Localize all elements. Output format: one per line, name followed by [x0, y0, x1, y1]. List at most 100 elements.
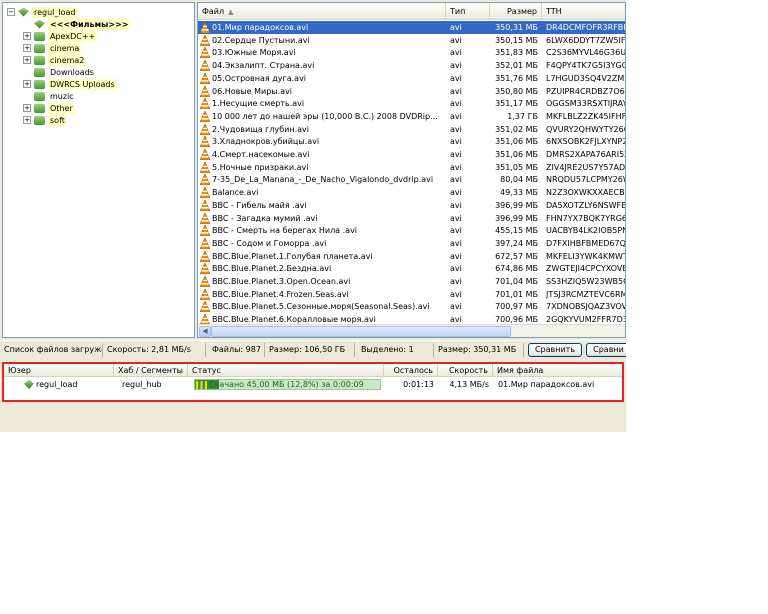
- file-row[interactable]: 03.Южные Моря.avi avi 351,83 МБ C2S36MYVL46…: [198, 46, 625, 59]
- file-type: avi: [450, 289, 462, 299]
- file-row[interactable]: 10 000 лет до нашей эры (10,000 B.C.) 20…: [198, 110, 625, 123]
- transfer-speed: 4,13 МБ/s: [449, 380, 489, 389]
- file-type: avi: [450, 137, 462, 147]
- file-row[interactable]: 3.Хладнокров.убийцы.avi avi 351,06 МБ 6NXSO…: [198, 135, 625, 148]
- collapse-icon[interactable]: −: [7, 8, 15, 16]
- file-size: 396,99 МБ: [495, 200, 538, 210]
- file-row[interactable]: BBC - Содом и Гоморра .avi avi 397,24 МБ D7…: [198, 237, 625, 250]
- video-file-icon: [199, 33, 211, 46]
- file-row[interactable]: BBC.Blue.Planet.2.Бездна.avi avi 674,86 МБ…: [198, 262, 625, 275]
- tree-node-label: <<<Фильмы>>>: [48, 18, 131, 30]
- file-type: avi: [450, 264, 462, 274]
- tree-node-label: cinema2: [48, 54, 87, 66]
- file-row[interactable]: Balance.avi avi 49,33 МБ N2Z3OXWKXXAECBDY: [198, 186, 625, 199]
- file-type: avi: [450, 251, 462, 261]
- column-tth[interactable]: TTH: [542, 3, 625, 19]
- share-tree[interactable]: − regul_load <<<Фильмы>>> + ApexDC++ + cinema +…: [2, 2, 195, 338]
- transfer-queue[interactable]: Юзер Хаб / Сегменты Статус Осталось Скор…: [2, 362, 624, 402]
- tree-node[interactable]: + cinema2: [23, 54, 87, 66]
- column-speed[interactable]: Скорость: [438, 364, 493, 376]
- file-type: avi: [450, 23, 462, 32]
- file-type: avi: [450, 86, 462, 96]
- transfer-row[interactable]: regul_load regul_hub Скачано 45,00 МБ (1…: [4, 378, 622, 391]
- column-file-name[interactable]: Имя файла: [493, 364, 622, 376]
- file-row[interactable]: 4.Смерт.насекомые.avi avi 351,06 МБ DMRS2XA…: [198, 148, 625, 161]
- compare-button-2[interactable]: Сравни: [586, 343, 626, 357]
- tree-node-label: ApexDC++: [48, 30, 98, 42]
- file-name: BBC.Blue.Planet.4.Frozen.Seas.avi: [212, 289, 349, 299]
- tree-node[interactable]: + Other: [23, 102, 75, 114]
- tree-node[interactable]: + soft: [23, 114, 67, 126]
- transfer-status: Скачано 45,00 МБ (12,8%) за 0:00:09: [209, 380, 364, 389]
- column-size[interactable]: Размер: [490, 3, 542, 19]
- expand-icon[interactable]: +: [23, 56, 31, 64]
- file-tth: ZWGTEJI4CPCYXOVBL: [546, 264, 626, 274]
- column-file[interactable]: Файл ▲: [198, 3, 446, 19]
- file-size: 351,05 МБ: [495, 162, 538, 172]
- compare-button[interactable]: Сравнить: [528, 343, 582, 357]
- file-name: 02.Сердце Пустыни.avi: [212, 35, 310, 45]
- file-name: BBC - Содом и Гоморра .avi: [212, 238, 327, 248]
- video-file-icon: [199, 237, 211, 250]
- file-name: BBC.Blue.Planet.2.Бездна.avi: [212, 264, 332, 274]
- file-type: avi: [450, 277, 462, 286]
- tree-node[interactable]: + ApexDC++: [23, 30, 98, 42]
- file-list[interactable]: Файл ▲ Тип Размер TTH 01.Мир парадоксов.a…: [197, 2, 626, 338]
- folder-icon: [34, 43, 45, 53]
- file-tth: C2S36MYVL46G36UDC: [546, 48, 626, 58]
- file-row[interactable]: 04.Экзалипт. Страна.avi avi 352,01 МБ F4QPY…: [198, 59, 625, 72]
- file-row[interactable]: BBC.Blue.Planet.4.Frozen.Seas.avi avi 701,…: [198, 287, 625, 301]
- file-row[interactable]: 01.Мир парадоксов.avi avi 350,31 МБ DR4DCMF…: [198, 21, 625, 34]
- file-row[interactable]: BBC.Blue.Planet.5.Сезонные.моря(Seasonal…: [198, 300, 625, 313]
- user-icon: [34, 19, 45, 29]
- file-tth: MKFLBLZ2ZK45IFHFW: [546, 111, 626, 121]
- expand-icon[interactable]: +: [23, 116, 31, 124]
- tree-node[interactable]: Downloads: [23, 66, 96, 78]
- file-name: 05.Островная дуга.avi: [212, 73, 307, 83]
- file-row[interactable]: 05.Островная дуга.avi avi 351,76 МБ L7HGUD3…: [198, 72, 625, 85]
- tree-node[interactable]: <<<Фильмы>>>: [23, 18, 131, 30]
- horizontal-scrollbar[interactable]: ◀: [198, 324, 625, 337]
- expand-icon[interactable]: +: [23, 44, 31, 52]
- column-user[interactable]: Юзер: [4, 364, 114, 376]
- scroll-thumb[interactable]: [211, 326, 511, 337]
- file-tth: 7XDNOBSJQAZ3VOVM: [546, 302, 626, 312]
- column-type[interactable]: Тип: [446, 3, 490, 19]
- tree-node[interactable]: muzic: [23, 90, 76, 102]
- tree-node[interactable]: + DWRCS Uploads: [23, 78, 117, 90]
- file-row[interactable]: BBC - Загадка мумий .avi avi 396,99 МБ FHN7…: [198, 211, 625, 225]
- column-hub[interactable]: Хаб / Сегменты: [114, 364, 188, 376]
- file-size: 351,02 МБ: [495, 124, 538, 134]
- file-row[interactable]: 2.Чудовища глубин.avi avi 351,02 МБ QVURY2Q…: [198, 122, 625, 136]
- file-row[interactable]: BBC.Blue.Planet.1.Голубая планета.avi avi…: [198, 249, 625, 263]
- file-size: 351,06 МБ: [495, 137, 538, 147]
- scroll-left-icon[interactable]: ◀: [199, 326, 211, 337]
- file-row[interactable]: 02.Сердце Пустыни.avi avi 350,15 МБ 6LWX6DD…: [198, 33, 625, 47]
- expand-icon[interactable]: +: [23, 32, 31, 40]
- file-row[interactable]: 1.Несущие смерть.avi avi 351,17 МБ OGGSM33R…: [198, 97, 625, 110]
- file-name: BBC - Гибель майя .avi: [212, 200, 307, 210]
- file-row[interactable]: 06.Новые Миры.avi avi 350,80 МБ PZUIPR4CRDB…: [198, 84, 625, 98]
- file-tth: D7FXIHBFBMED67Q2N: [546, 238, 626, 248]
- file-row[interactable]: BBC - Гибель майя .avi avi 396,99 МБ DA5XOT…: [198, 199, 625, 212]
- file-row[interactable]: 5.Ночные призраки.avi avi 351,05 МБ ZIV4JRE…: [198, 160, 625, 174]
- file-size: 351,17 МБ: [495, 99, 538, 109]
- file-tth: DR4DCMFOFR3RFBH7: [546, 23, 626, 32]
- video-file-icon: [199, 110, 211, 123]
- tree-node[interactable]: + cinema: [23, 42, 82, 54]
- file-row[interactable]: 7-35_De_La_Manana_-_De_Nacho_Vigalondo_d…: [198, 173, 625, 186]
- transfer-hub: regul_hub: [122, 380, 162, 389]
- file-type: avi: [450, 150, 462, 159]
- file-tth: NRQDU57LCPMY26WF: [546, 175, 625, 185]
- column-status[interactable]: Статус: [188, 364, 384, 376]
- file-name: 01.Мир парадоксов.avi: [212, 23, 309, 32]
- file-type: avi: [450, 302, 462, 312]
- tree-node[interactable]: − regul_load: [7, 6, 78, 18]
- expand-icon[interactable]: +: [23, 104, 31, 112]
- column-left[interactable]: Осталось: [384, 364, 438, 376]
- file-row[interactable]: BBC - Смерть на берегах Нила .avi avi 455,…: [198, 224, 625, 237]
- file-tth: QVURY2QHWYTY26OZ: [546, 124, 625, 134]
- file-row[interactable]: BBC.Blue.Planet.3.Open.Ocean.avi avi 701,0…: [198, 275, 625, 288]
- file-type: avi: [450, 175, 462, 185]
- expand-icon[interactable]: +: [23, 80, 31, 88]
